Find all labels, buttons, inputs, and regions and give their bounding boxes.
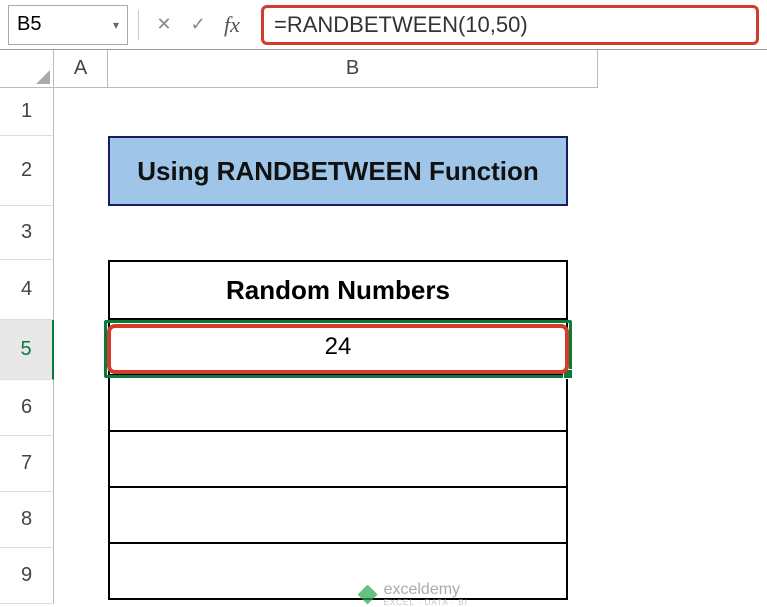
row-header-2[interactable]: 2 xyxy=(0,136,54,206)
col-header-a[interactable]: A xyxy=(54,50,108,88)
row-header-5[interactable]: 5 xyxy=(0,320,54,380)
data-table: Random Numbers 24 xyxy=(108,260,568,600)
table-row[interactable] xyxy=(108,488,568,544)
formula-input[interactable]: =RANDBETWEEN(10,50) xyxy=(261,5,759,45)
row-header-9[interactable]: 9 xyxy=(0,548,54,604)
chevron-down-icon[interactable]: ▾ xyxy=(113,18,119,32)
watermark-tagline: EXCEL · DATA · BI xyxy=(384,598,468,607)
column-headers: A B xyxy=(54,50,598,88)
cells-area[interactable]: Using RANDBETWEEN Function Random Number… xyxy=(54,88,598,604)
row-header-3[interactable]: 3 xyxy=(0,206,54,260)
name-box[interactable]: B5 ▾ xyxy=(8,5,128,45)
logo-icon xyxy=(358,585,378,605)
table-row[interactable] xyxy=(108,432,568,488)
fx-icon[interactable]: fx xyxy=(217,10,247,40)
table-row[interactable] xyxy=(108,376,568,432)
table-header[interactable]: Random Numbers xyxy=(108,260,568,320)
row-header-4[interactable]: 4 xyxy=(0,260,54,320)
row-header-8[interactable]: 8 xyxy=(0,492,54,548)
title-cell[interactable]: Using RANDBETWEEN Function xyxy=(108,136,568,206)
spreadsheet-grid: A B 1 2 3 4 5 6 7 8 9 Using RANDBETWEEN … xyxy=(0,50,767,601)
accept-icon[interactable]: ✓ xyxy=(183,10,213,40)
formula-text: =RANDBETWEEN(10,50) xyxy=(274,12,528,38)
cancel-icon[interactable]: ✕ xyxy=(149,10,179,40)
row-headers: 1 2 3 4 5 6 7 8 9 xyxy=(0,88,54,604)
table-row[interactable]: 24 xyxy=(108,320,568,376)
divider xyxy=(138,10,139,40)
row-header-7[interactable]: 7 xyxy=(0,436,54,492)
table-row[interactable] xyxy=(108,544,568,600)
select-all-corner[interactable] xyxy=(0,50,54,88)
row-header-6[interactable]: 6 xyxy=(0,380,54,436)
col-header-b[interactable]: B xyxy=(108,50,598,88)
name-box-value: B5 xyxy=(17,13,41,36)
watermark-name: exceldemy xyxy=(384,582,468,598)
row-header-1[interactable]: 1 xyxy=(0,88,54,136)
formula-bar: B5 ▾ ✕ ✓ fx =RANDBETWEEN(10,50) xyxy=(0,0,767,50)
watermark: exceldemy EXCEL · DATA · BI xyxy=(358,582,468,607)
